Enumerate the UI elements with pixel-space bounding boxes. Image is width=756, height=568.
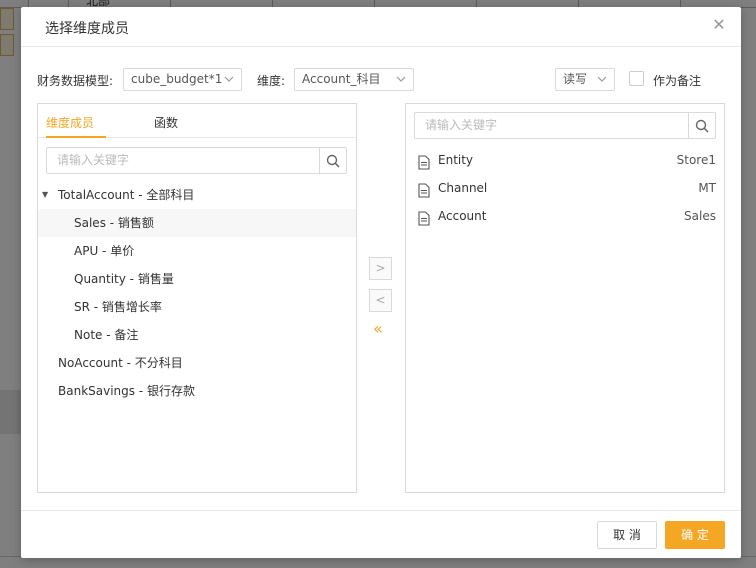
selected-item[interactable]: Entity Store1	[418, 146, 716, 174]
tab-functions[interactable]: 函数	[154, 114, 178, 131]
tree-item[interactable]: Sales - 销售额	[38, 209, 356, 237]
confirm-button[interactable]: 确 定	[665, 521, 725, 549]
caret-down-icon[interactable]: ▼	[42, 181, 48, 209]
remove-all-button[interactable]: «	[373, 319, 383, 338]
members-panel: 维度成员 函数 ▼ TotalAccount - 全部科目 Sales - 销售…	[37, 103, 357, 493]
note-checkbox[interactable]	[629, 71, 644, 86]
access-select[interactable]: 读写	[555, 68, 615, 91]
select-members-dialog: 选择维度成员 ✕ 财务数据模型: cube_budget*1 维度: Accou…	[21, 7, 741, 558]
model-label: 财务数据模型:	[37, 74, 114, 88]
tree-item-label: BankSavings - 银行存款	[58, 384, 195, 398]
cancel-button[interactable]: 取 消	[597, 521, 657, 549]
tree-item[interactable]: NoAccount - 不分科目	[38, 349, 356, 377]
tree-item[interactable]: Quantity - 销售量	[38, 265, 356, 293]
selected-item[interactable]: Channel MT	[418, 174, 716, 202]
tree-item-label: Sales - 销售额	[74, 216, 154, 230]
tree-item[interactable]: BankSavings - 银行存款	[38, 377, 356, 405]
dimension-select-value: Account_科目	[302, 72, 381, 86]
model-select[interactable]: cube_budget*1	[123, 68, 242, 91]
member-search	[46, 147, 347, 174]
remove-selected-button[interactable]: <	[369, 289, 392, 312]
tree-item[interactable]: APU - 单价	[38, 237, 356, 265]
selected-item-name: Channel	[438, 181, 488, 195]
member-search-input[interactable]	[57, 153, 297, 167]
add-selected-button[interactable]: >	[369, 257, 392, 280]
selected-item[interactable]: Account Sales	[418, 202, 716, 230]
selected-panel: Entity Store1 Channel MT Account Sales	[405, 103, 725, 493]
file-icon	[418, 208, 430, 236]
search-icon[interactable]	[319, 148, 346, 173]
close-icon[interactable]: ✕	[709, 15, 729, 35]
tree-item-label: Note - 备注	[74, 328, 139, 342]
chevron-down-icon	[224, 69, 234, 90]
dialog-header: 选择维度成员 ✕	[21, 7, 741, 47]
selected-search	[414, 112, 716, 139]
selected-item-value: Sales	[684, 209, 716, 223]
chevron-down-icon	[396, 69, 406, 90]
selected-item-name: Entity	[438, 153, 474, 167]
note-label: 作为备注	[653, 74, 702, 88]
active-tab-indicator	[46, 136, 106, 138]
tree-item-label: NoAccount - 不分科目	[58, 356, 183, 370]
tree-item-label: APU - 单价	[74, 244, 135, 258]
tree-item-label: TotalAccount - 全部科目	[58, 188, 195, 202]
dialog-footer: 取 消 确 定	[21, 510, 741, 558]
tree-item[interactable]: ▼ TotalAccount - 全部科目	[38, 181, 356, 209]
chevron-down-icon	[597, 69, 607, 90]
selected-item-value: Store1	[676, 153, 716, 167]
selected-item-name: Account	[438, 209, 487, 223]
dialog-title: 选择维度成员	[45, 21, 129, 37]
dimension-select[interactable]: Account_科目	[294, 68, 414, 91]
tab-members[interactable]: 维度成员	[46, 114, 94, 131]
panel-tabs: 维度成员 函数	[38, 104, 356, 138]
tree-item[interactable]: SR - 销售增长率	[38, 293, 356, 321]
dimension-label: 维度:	[257, 74, 286, 88]
toolbar: 财务数据模型: cube_budget*1 维度: Account_科目 读写 …	[37, 68, 725, 92]
access-select-value: 读写	[563, 72, 588, 86]
tree-item-label: SR - 销售增长率	[74, 300, 162, 314]
tree-item-label: Quantity - 销售量	[74, 272, 174, 286]
selected-search-input[interactable]	[425, 118, 665, 132]
model-select-value: cube_budget*1	[131, 72, 223, 86]
selected-item-value: MT	[698, 181, 716, 195]
tree-item[interactable]: Note - 备注	[38, 321, 356, 349]
search-icon[interactable]	[688, 113, 715, 138]
